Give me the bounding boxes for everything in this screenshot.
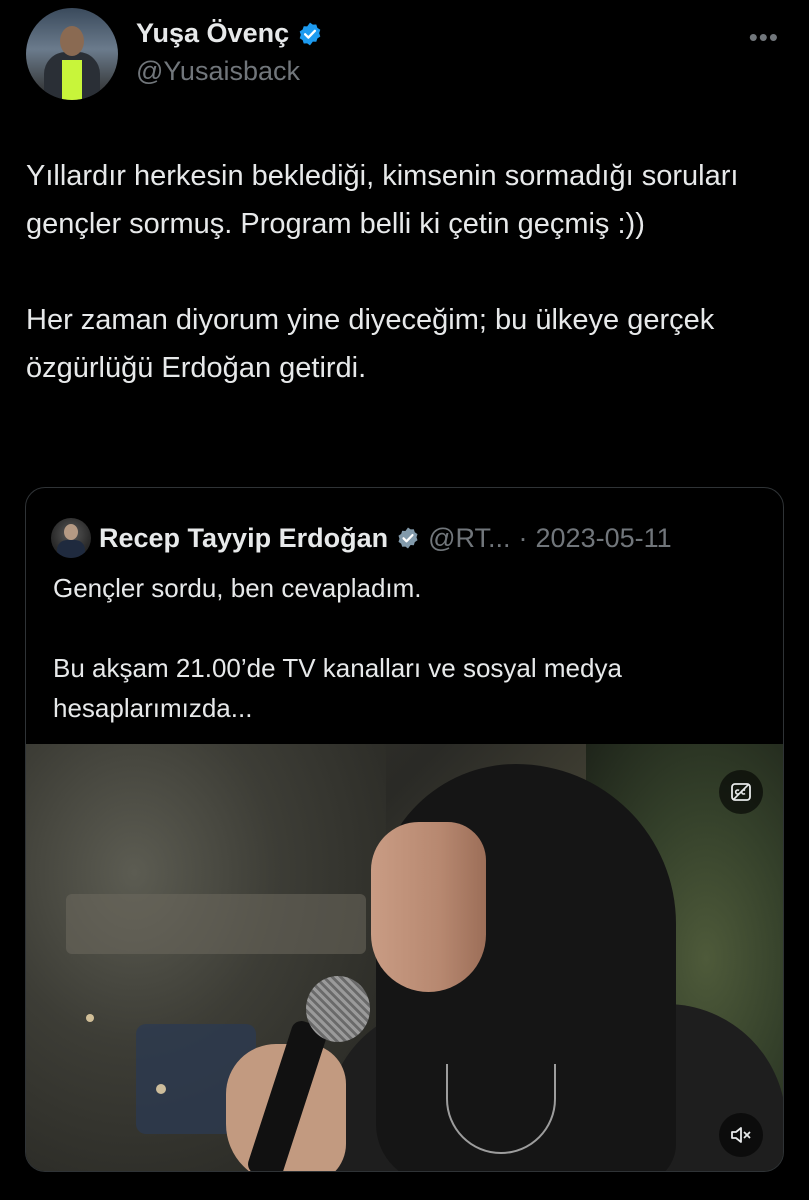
author-handle[interactable]: @Yusaisback	[136, 56, 300, 87]
captions-icon[interactable]	[719, 770, 763, 814]
quoted-author-handle[interactable]: @RT...	[428, 523, 510, 554]
video-background-light	[156, 1084, 166, 1094]
tweet-text: Yıllardır herkesin beklediği, kimsenin s…	[26, 152, 786, 392]
author-display-name[interactable]: Yuşa Övenç	[136, 18, 289, 49]
quoted-tweet-text: Gençler sordu, ben cevapladım. Bu akşam …	[53, 568, 763, 728]
muted-speaker-glyph	[731, 1127, 751, 1143]
video-background-table	[66, 894, 366, 954]
quoted-avatar-face	[64, 524, 78, 540]
author-avatar[interactable]	[26, 8, 118, 100]
quoted-tweet-header: Recep Tayyip Erdoğan @RT... · 2023-05-11	[51, 518, 672, 558]
quoted-avatar-suit	[57, 540, 85, 558]
verified-badge-icon	[398, 527, 418, 549]
quoted-tweet-date[interactable]: 2023-05-11	[536, 523, 672, 554]
quoted-author-avatar[interactable]	[51, 518, 91, 558]
video-player[interactable]	[26, 744, 783, 1171]
avatar-person-head	[60, 26, 84, 56]
video-background-light	[86, 1014, 94, 1022]
quoted-paragraph-2: Bu akşam 21.00’de TV kanalları ve sosyal…	[53, 653, 622, 723]
more-options-icon[interactable]: •••	[749, 22, 779, 53]
verified-badge-icon	[299, 22, 321, 45]
quoted-paragraph-1: Gençler sordu, ben cevapladım.	[53, 573, 422, 603]
quoted-author-name[interactable]: Recep Tayyip Erdoğan	[99, 523, 388, 554]
author-name-row: Yuşa Övenç	[136, 18, 323, 49]
microphone-head	[306, 976, 370, 1042]
video-person-face	[371, 822, 486, 992]
avatar-person-shirt	[62, 60, 82, 100]
tweet-paragraph-2: Her zaman diyorum yine diyeceğim; bu ülk…	[26, 304, 715, 384]
separator-dot: ·	[518, 522, 528, 553]
muted-speaker-icon[interactable]	[719, 1113, 763, 1157]
captions-icon-glyph	[731, 783, 751, 801]
quoted-tweet-card[interactable]: Recep Tayyip Erdoğan @RT... · 2023-05-11…	[25, 487, 784, 1172]
tweet-paragraph-1: Yıllardır herkesin beklediği, kimsenin s…	[26, 160, 739, 240]
